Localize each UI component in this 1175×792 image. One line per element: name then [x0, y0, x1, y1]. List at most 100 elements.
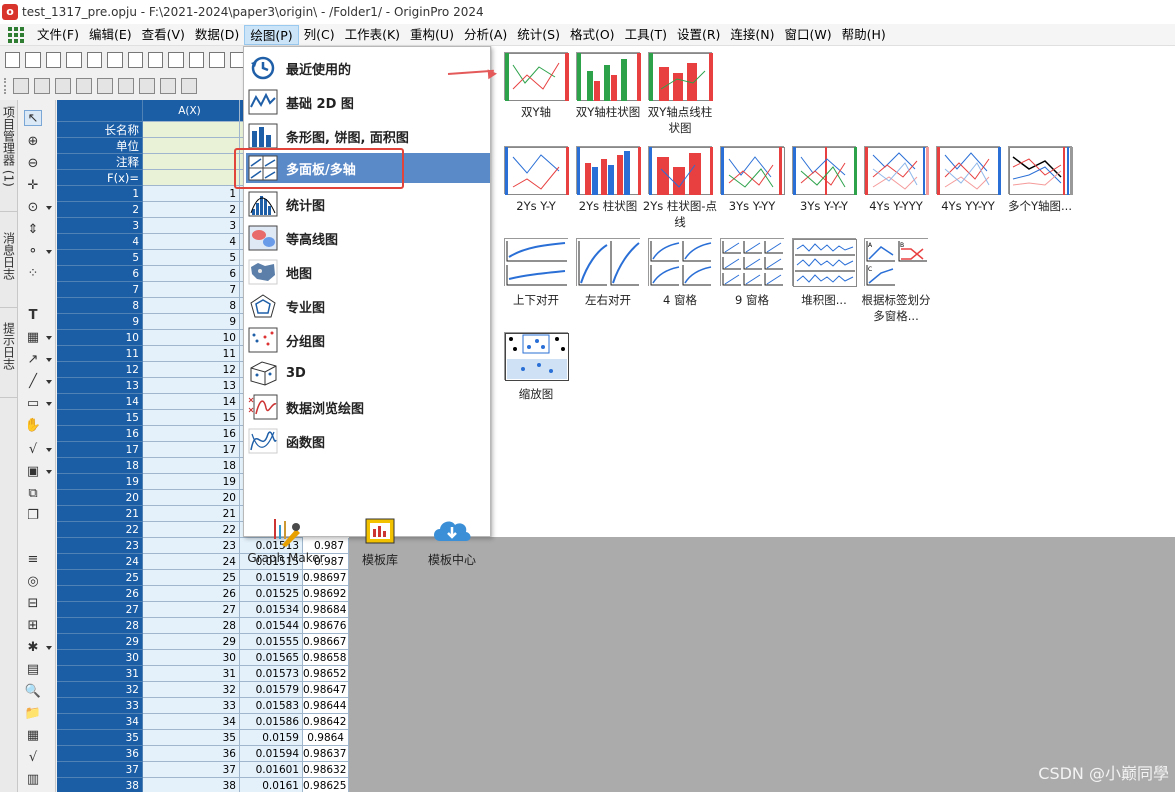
folder-icon[interactable]: 📁: [24, 706, 42, 722]
zoom-in-icon[interactable]: ⊕: [24, 134, 42, 150]
cell-b[interactable]: 0.01586: [240, 714, 303, 730]
text-tool-icon[interactable]: T: [24, 308, 42, 324]
cell-a[interactable]: 32: [143, 682, 240, 698]
cell-b[interactable]: 0.01601: [240, 762, 303, 778]
menu-statistics[interactable]: 统计(S): [512, 25, 565, 45]
meta-row-label[interactable]: 注释: [57, 154, 143, 170]
row-number[interactable]: 34: [57, 714, 143, 730]
template-thumbnail[interactable]: [1008, 146, 1073, 195]
template-label[interactable]: 双Y轴: [498, 104, 574, 120]
template-label[interactable]: 4Ys YY-YY: [930, 198, 1006, 214]
cell-c[interactable]: 0.98637: [303, 746, 349, 762]
row-number[interactable]: 27: [57, 602, 143, 618]
new-folder-icon[interactable]: [25, 52, 41, 68]
template-thumbnail[interactable]: [648, 52, 713, 101]
row-number[interactable]: 29: [57, 634, 143, 650]
dropdown-arrow-icon[interactable]: [46, 380, 52, 384]
template-label[interactable]: 左右对开: [570, 292, 646, 308]
row-number[interactable]: 25: [57, 570, 143, 586]
row-number[interactable]: 6: [57, 266, 143, 282]
template-label[interactable]: 9 窗格: [714, 292, 790, 308]
undo-icon[interactable]: [160, 78, 176, 94]
cell-a[interactable]: 13: [143, 378, 240, 394]
menu-restructure[interactable]: 重构(U): [405, 25, 459, 45]
back-arrow-icon[interactable]: [13, 78, 29, 94]
plot-menu-item[interactable]: 地图: [246, 257, 490, 287]
cell-a[interactable]: 5: [143, 250, 240, 266]
cell-b[interactable]: 0.01519: [240, 570, 303, 586]
plot-menu-item[interactable]: 基础 2D 图: [246, 87, 490, 117]
batch-icon[interactable]: [118, 78, 134, 94]
row-number[interactable]: 22: [57, 522, 143, 538]
tab-project-explorer[interactable]: 项目管理器 (1): [0, 102, 18, 212]
row-number[interactable]: 4: [57, 234, 143, 250]
menu-view[interactable]: 查看(V): [137, 25, 190, 45]
cell-a[interactable]: 24: [143, 554, 240, 570]
dropdown-arrow-icon[interactable]: [46, 402, 52, 406]
template-thumbnail[interactable]: ABC: [864, 238, 929, 287]
cell-a[interactable]: 22: [143, 522, 240, 538]
pin-icon[interactable]: [139, 78, 155, 94]
template-thumbnail[interactable]: [504, 238, 569, 287]
row-number[interactable]: 26: [57, 586, 143, 602]
cell-c[interactable]: 0.98658: [303, 650, 349, 666]
scatter-select-icon[interactable]: ⁘: [24, 266, 42, 282]
template-label[interactable]: 4Ys Y-YYY: [858, 198, 934, 214]
cell-a[interactable]: 17: [143, 442, 240, 458]
row-number[interactable]: 23: [57, 538, 143, 554]
meta-row-label[interactable]: 单位: [57, 138, 143, 154]
layer-icon[interactable]: ⧉: [24, 486, 42, 502]
template-thumbnail[interactable]: [720, 238, 785, 287]
cell-a[interactable]: 14: [143, 394, 240, 410]
cell-c[interactable]: 0.98647: [303, 682, 349, 698]
cell-a[interactable]: 6: [143, 266, 240, 282]
column-icon[interactable]: ⊞: [24, 618, 42, 634]
meta-cell-a[interactable]: [143, 138, 240, 154]
cell-a[interactable]: 29: [143, 634, 240, 650]
template-label[interactable]: 3Ys Y-YY: [714, 198, 790, 214]
cell-b[interactable]: 0.0161: [240, 778, 303, 792]
dropdown-arrow-icon[interactable]: [46, 250, 52, 254]
cell-a[interactable]: 26: [143, 586, 240, 602]
cell-a[interactable]: 31: [143, 666, 240, 682]
new-notes-icon[interactable]: [147, 52, 164, 68]
cell-a[interactable]: 18: [143, 458, 240, 474]
new-function-icon[interactable]: [107, 52, 123, 68]
row-number[interactable]: 19: [57, 474, 143, 490]
cell-c[interactable]: 0.98652: [303, 666, 349, 682]
stack-icon[interactable]: ❐: [24, 508, 42, 524]
cell-a[interactable]: 21: [143, 506, 240, 522]
hand-tool-icon[interactable]: ✋: [24, 418, 42, 434]
cell-c[interactable]: 0.98697: [303, 570, 349, 586]
cell-c[interactable]: 0.98676: [303, 618, 349, 634]
export-icon[interactable]: [97, 78, 113, 94]
new-graph-icon[interactable]: [86, 52, 103, 68]
cell-a[interactable]: 33: [143, 698, 240, 714]
template-label[interactable]: 2Ys 柱状图: [570, 198, 646, 214]
row-number[interactable]: 17: [57, 442, 143, 458]
menu-format[interactable]: 格式(O): [565, 25, 620, 45]
import-icon[interactable]: [76, 78, 92, 94]
template-thumbnail[interactable]: [576, 146, 641, 195]
cell-a[interactable]: 11: [143, 346, 240, 362]
grid-icon[interactable]: ▦: [24, 728, 42, 744]
cell-c[interactable]: 0.98632: [303, 762, 349, 778]
new-project-icon[interactable]: [5, 52, 21, 68]
cell-a[interactable]: 16: [143, 426, 240, 442]
row-number[interactable]: 31: [57, 666, 143, 682]
template-thumbnail[interactable]: [648, 238, 713, 287]
row-number[interactable]: 1: [57, 186, 143, 202]
cell-b[interactable]: 0.01594: [240, 746, 303, 762]
save-icon[interactable]: [209, 52, 225, 68]
menu-tools[interactable]: 工具(T): [620, 25, 672, 45]
row-number[interactable]: 36: [57, 746, 143, 762]
new-matrix-icon[interactable]: [66, 52, 82, 68]
menu-connect[interactable]: 连接(N): [725, 25, 779, 45]
mask-icon[interactable]: ⚬: [24, 244, 42, 260]
row-number[interactable]: 8: [57, 298, 143, 314]
row-number[interactable]: 13: [57, 378, 143, 394]
open-icon[interactable]: [168, 52, 184, 68]
cell-c[interactable]: 0.98625: [303, 778, 349, 792]
template-thumbnail[interactable]: [504, 146, 569, 195]
cell-a[interactable]: 25: [143, 570, 240, 586]
